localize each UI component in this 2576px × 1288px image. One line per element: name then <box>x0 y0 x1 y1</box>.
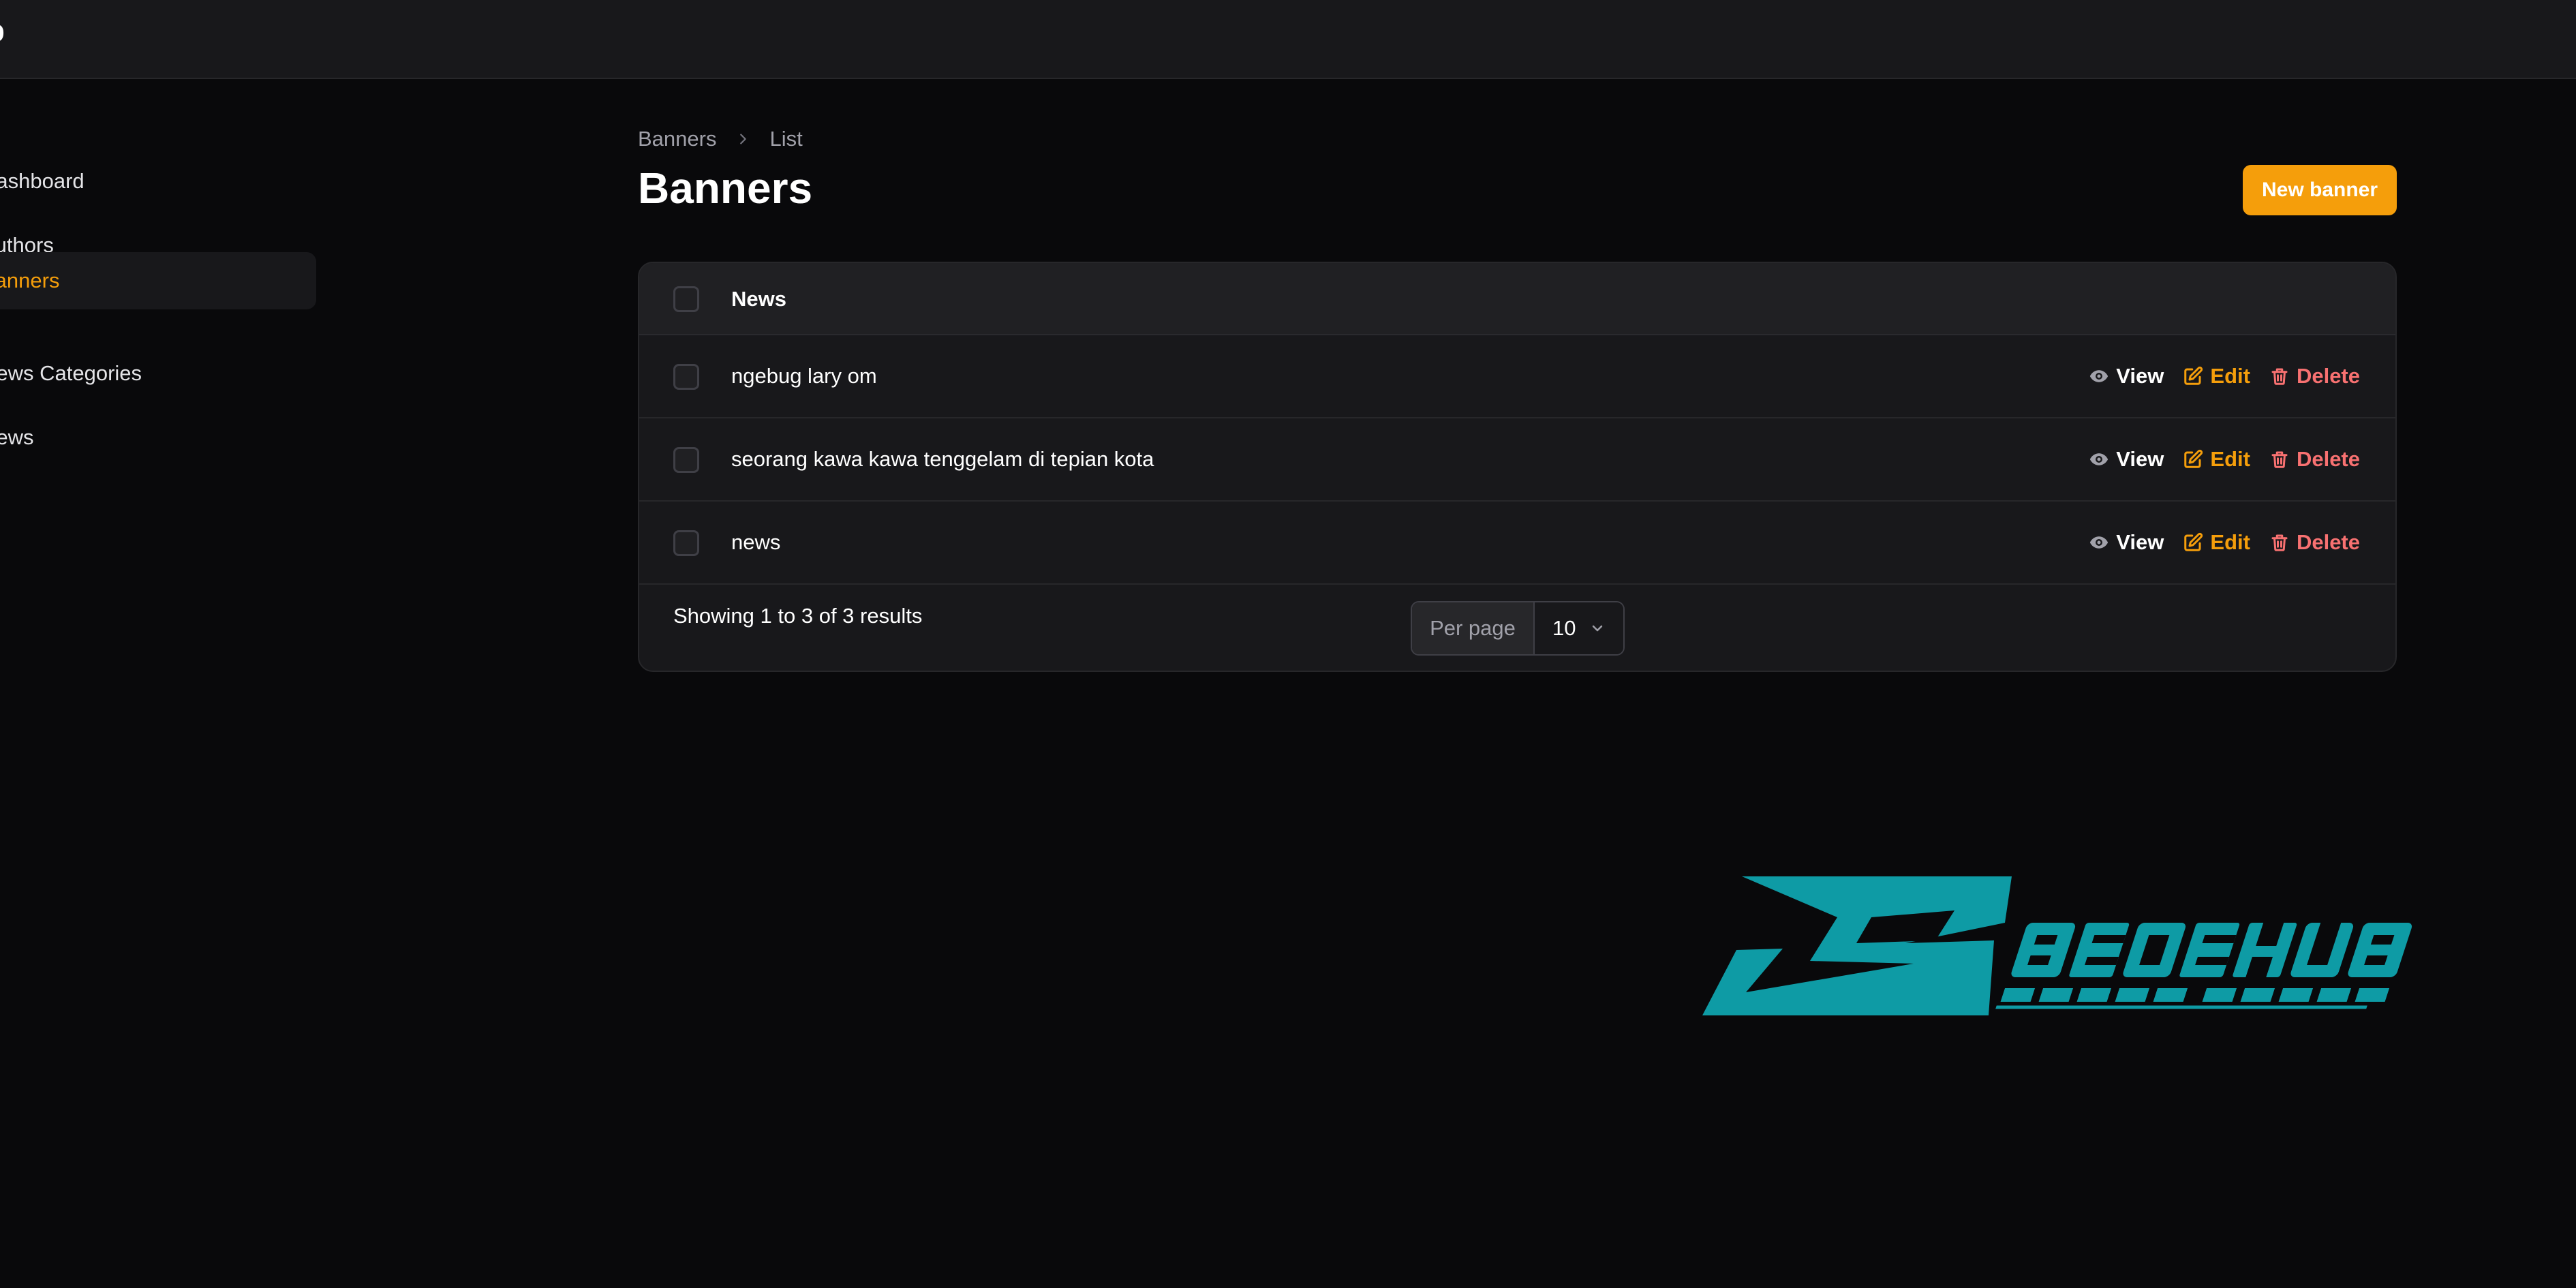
view-action[interactable]: View <box>2089 447 2164 472</box>
table-row[interactable]: news View Edit Delete <box>639 502 2395 585</box>
brand-name[interactable]: p <box>0 15 5 48</box>
sidebar-item-news-categories[interactable]: News Categories <box>0 345 297 402</box>
pencil-square-icon <box>2184 366 2203 385</box>
sidebar: Dashboard Authors Banners News Categorie… <box>0 79 320 1288</box>
delete-action[interactable]: Delete <box>2269 364 2360 388</box>
row-checkbox[interactable] <box>673 364 699 390</box>
row-checkbox[interactable] <box>673 447 699 473</box>
edit-action[interactable]: Edit <box>2183 530 2250 555</box>
edit-label: Edit <box>2210 447 2250 471</box>
sidebar-item-label: Dashboard <box>0 169 85 193</box>
delete-action[interactable]: Delete <box>2269 447 2360 472</box>
banners-table: News ngebug lary om View Edit Delete seo… <box>638 262 2397 672</box>
breadcrumb-list: List <box>769 127 803 151</box>
delete-label: Delete <box>2296 447 2360 471</box>
trash-icon <box>2271 451 2288 468</box>
delete-label: Delete <box>2296 530 2360 554</box>
sidebar-item-banners[interactable]: Banners <box>0 252 316 309</box>
per-page-value: 10 <box>1552 616 1576 640</box>
row-title: seorang kawa kawa tenggelam di tepian ko… <box>731 447 1154 471</box>
bedehub-logo <box>1701 875 2444 1025</box>
pencil-square-icon <box>2184 532 2203 551</box>
sidebar-item-news[interactable]: News <box>0 409 297 466</box>
table-row[interactable]: seorang kawa kawa tenggelam di tepian ko… <box>639 418 2395 502</box>
view-label: View <box>2116 447 2164 471</box>
chevron-right-icon <box>740 134 747 144</box>
breadcrumb: Banners List <box>638 125 803 153</box>
view-label: View <box>2116 530 2164 554</box>
page-title: Banners <box>638 164 813 213</box>
edit-action[interactable]: Edit <box>2183 364 2250 388</box>
row-actions: View Edit Delete <box>2070 418 2360 500</box>
eye-icon <box>2090 453 2109 465</box>
bedehub-logo-mark <box>1702 876 2412 1015</box>
table-row[interactable]: ngebug lary om View Edit Delete <box>639 335 2395 418</box>
breadcrumb-banners[interactable]: Banners <box>638 127 716 151</box>
sidebar-item-label: News <box>0 425 34 449</box>
delete-action[interactable]: Delete <box>2269 530 2360 555</box>
edit-label: Edit <box>2210 530 2250 554</box>
row-actions: View Edit Delete <box>2070 335 2360 417</box>
trash-icon <box>2271 368 2288 385</box>
delete-label: Delete <box>2296 364 2360 388</box>
edit-label: Edit <box>2210 364 2250 388</box>
view-label: View <box>2116 364 2164 388</box>
eye-icon <box>2090 370 2109 382</box>
sidebar-item-label: Banners <box>0 269 60 292</box>
edit-action[interactable]: Edit <box>2183 447 2250 472</box>
table-header: News <box>639 263 2395 335</box>
per-page-selector: Per page 10 <box>1411 601 1625 656</box>
pagination-summary: Showing 1 to 3 of 3 results <box>673 604 923 628</box>
view-action[interactable]: View <box>2089 364 2164 388</box>
eye-icon <box>2090 536 2109 549</box>
view-action[interactable]: View <box>2089 530 2164 555</box>
row-actions: View Edit Delete <box>2070 502 2360 583</box>
per-page-label: Per page <box>1412 602 1535 654</box>
sidebar-item-label: News Categories <box>0 361 142 385</box>
top-bar: p <box>0 0 2576 79</box>
trash-icon <box>2271 534 2288 551</box>
new-banner-button[interactable]: New banner <box>2243 165 2397 215</box>
sidebar-item-dashboard[interactable]: Dashboard <box>0 153 297 210</box>
row-checkbox[interactable] <box>673 530 699 556</box>
per-page-select[interactable]: 10 <box>1535 602 1623 654</box>
chevron-down-icon <box>1593 625 1603 632</box>
column-header-news[interactable]: News <box>731 263 786 335</box>
row-title: news <box>731 530 781 554</box>
select-all-checkbox[interactable] <box>673 286 699 312</box>
row-title: ngebug lary om <box>731 364 877 388</box>
pencil-square-icon <box>2184 449 2203 468</box>
